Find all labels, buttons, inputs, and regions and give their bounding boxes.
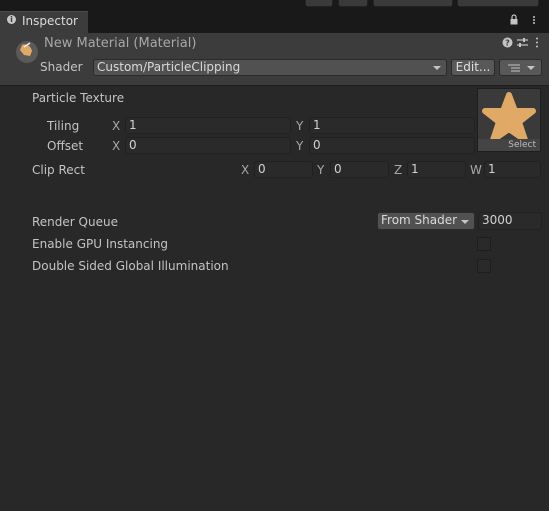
offset-y-field[interactable]: 0 bbox=[309, 137, 475, 154]
list-icon bbox=[508, 64, 520, 72]
tiling-y-axis-label: Y bbox=[296, 119, 304, 133]
clip-rect-label: Clip Rect bbox=[32, 163, 85, 177]
presets-icon[interactable] bbox=[517, 37, 528, 48]
offset-label: Offset bbox=[47, 139, 84, 153]
material-icon bbox=[16, 41, 38, 63]
gpu-instancing-label: Enable GPU Instancing bbox=[32, 237, 169, 251]
tiling-x-axis-label: X bbox=[112, 119, 121, 133]
chevron-down-icon bbox=[433, 66, 441, 70]
toolbar-control-2[interactable] bbox=[338, 0, 368, 7]
chevron-down-icon bbox=[461, 220, 469, 224]
offset-x-field[interactable]: 0 bbox=[125, 137, 291, 154]
double-sided-gi-checkbox[interactable] bbox=[477, 259, 491, 273]
info-icon: i bbox=[7, 15, 16, 24]
tab-inspector-label: Inspector bbox=[22, 14, 78, 28]
clip-rect-w-axis-label: W bbox=[470, 163, 482, 177]
layout-dropdown[interactable] bbox=[457, 0, 539, 7]
shader-dropdown-value: Custom/ParticleClipping bbox=[97, 60, 241, 74]
layers-dropdown[interactable] bbox=[373, 0, 453, 7]
tiling-label: Tiling bbox=[47, 119, 80, 133]
clip-rect-z-field[interactable]: 1 bbox=[407, 161, 466, 178]
render-queue-label: Render Queue bbox=[32, 215, 118, 229]
render-queue-mode: From Shader bbox=[381, 213, 458, 227]
material-title: New Material (Material) bbox=[44, 36, 197, 51]
render-queue-value-field[interactable]: 3000 bbox=[478, 212, 542, 230]
gpu-instancing-checkbox[interactable] bbox=[477, 237, 491, 251]
more-options-icon[interactable] bbox=[534, 37, 545, 48]
double-sided-gi-label: Double Sided Global Illumination bbox=[32, 259, 229, 273]
clip-rect-y-axis-label: Y bbox=[317, 163, 325, 177]
chevron-down-icon bbox=[527, 66, 535, 70]
tiling-y-field[interactable]: 1 bbox=[309, 117, 475, 134]
help-icon[interactable]: ? bbox=[502, 37, 513, 48]
offset-x-axis-label: X bbox=[112, 139, 121, 153]
shader-dropdown[interactable]: Custom/ParticleClipping bbox=[93, 59, 447, 76]
texture-select-button[interactable]: Select bbox=[478, 139, 540, 151]
clip-rect-z-axis-label: Z bbox=[394, 163, 403, 177]
toolbar-control-1[interactable] bbox=[305, 0, 333, 7]
svg-text:?: ? bbox=[505, 39, 510, 48]
clip-rect-x-axis-label: X bbox=[241, 163, 250, 177]
clip-rect-w-field[interactable]: 1 bbox=[484, 161, 541, 178]
offset-y-axis-label: Y bbox=[296, 139, 304, 153]
shader-options-button[interactable] bbox=[499, 59, 542, 76]
clip-rect-y-field[interactable]: 0 bbox=[330, 161, 389, 178]
tiling-x-field[interactable]: 1 bbox=[125, 117, 291, 134]
lock-icon[interactable] bbox=[510, 14, 518, 25]
particle-texture-label: Particle Texture bbox=[32, 91, 125, 105]
shader-label: Shader bbox=[40, 60, 83, 74]
edit-shader-button[interactable]: Edit... bbox=[451, 59, 495, 76]
clip-rect-x-field[interactable]: 0 bbox=[254, 161, 313, 178]
render-queue-dropdown[interactable]: From Shader bbox=[377, 212, 475, 230]
more-options-icon[interactable] bbox=[530, 16, 538, 24]
